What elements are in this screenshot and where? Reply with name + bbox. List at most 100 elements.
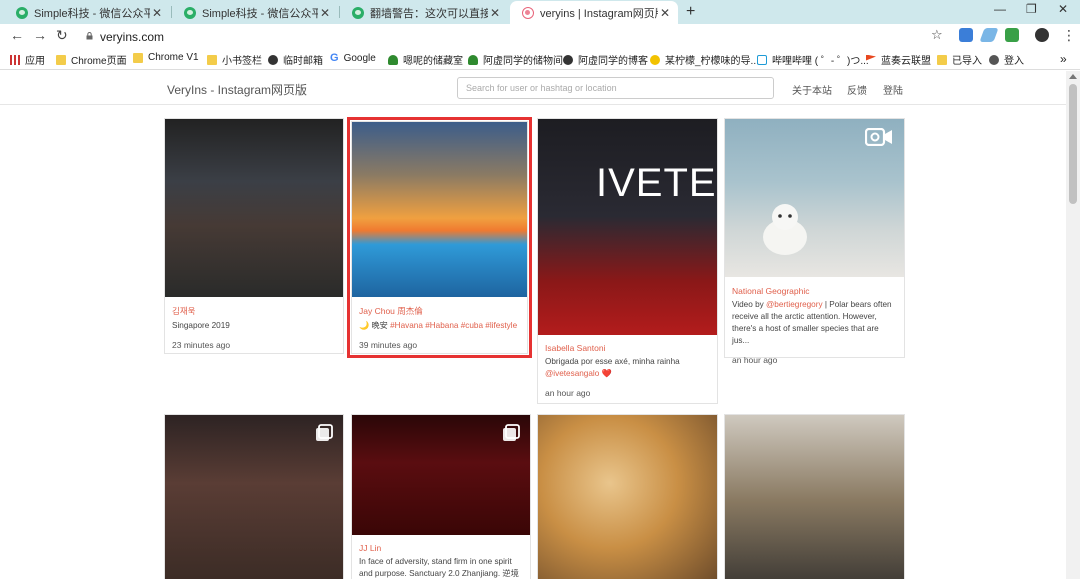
- extension-icon[interactable]: [959, 28, 973, 42]
- post-username[interactable]: National Geographic: [732, 286, 897, 296]
- hashtag-link[interactable]: #Habana: [425, 321, 458, 330]
- video-icon: [865, 128, 892, 146]
- browser-toolbar: ← → ↻ veryins.com ☆ ⋮: [0, 24, 1080, 48]
- veryins-icon: [522, 6, 534, 19]
- tree-icon: [388, 54, 398, 65]
- bookmark-item[interactable]: 应用: [10, 52, 45, 67]
- bookmark-item[interactable]: 登入: [989, 52, 1024, 67]
- extension-icon[interactable]: [1005, 28, 1019, 42]
- bookmark-item[interactable]: 阿虚同学的博客: [563, 52, 648, 67]
- bookmark-label: 某柠檬_柠檬味的导...: [665, 56, 759, 67]
- close-icon[interactable]: ✕: [150, 6, 164, 20]
- bookmark-item[interactable]: 某柠檬_柠檬味的导...: [650, 52, 759, 67]
- scrollbar-thumb[interactable]: [1069, 84, 1077, 204]
- nav-feedback-link[interactable]: 反馈: [847, 82, 867, 97]
- wechat-icon: [184, 6, 196, 19]
- new-tab-button[interactable]: +: [686, 3, 695, 21]
- close-icon[interactable]: ✕: [318, 6, 332, 20]
- bilibili-icon: [757, 54, 767, 65]
- post-username[interactable]: 김재욱: [172, 305, 336, 317]
- nav-about-link[interactable]: 关于本站: [792, 82, 832, 97]
- menu-icon[interactable]: ⋮: [1062, 27, 1076, 44]
- globe-icon: [268, 54, 278, 65]
- bookmark-item[interactable]: 嗯呢的储藏室: [388, 52, 463, 67]
- bookmark-label: 蓝奏云联盟: [881, 56, 931, 67]
- bookmark-item[interactable]: 阿虚同学的储物间: [468, 52, 563, 67]
- window-close-button[interactable]: ✕: [1058, 2, 1068, 16]
- back-icon[interactable]: ←: [10, 27, 24, 43]
- hashtag-link[interactable]: #cuba: [461, 321, 483, 330]
- bookmark-item[interactable]: 已导入: [937, 52, 982, 67]
- post-image[interactable]: [165, 415, 343, 579]
- post-card[interactable]: [724, 414, 905, 579]
- bookmark-item[interactable]: Chrome页面: [56, 52, 127, 67]
- nav-login-link[interactable]: 登陆: [883, 82, 903, 97]
- hashtag-link[interactable]: #lifestyle: [485, 321, 517, 330]
- post-caption: Obrigada por esse axé, minha rainha @ivet…: [545, 356, 710, 380]
- bookmark-label: 应用: [25, 56, 45, 67]
- browser-tab-active[interactable]: veryins | Instagram网页版发现 ✕: [510, 1, 678, 24]
- post-caption: 🌙 晚安 #Havana #Habana #cuba #lifestyle: [359, 320, 520, 332]
- close-icon[interactable]: ✕: [488, 6, 502, 20]
- bookmark-label: 阿虚同学的储物间: [483, 56, 563, 67]
- extension-icon[interactable]: [979, 28, 999, 42]
- post-caption: Singapore 2019: [172, 321, 230, 330]
- browser-tab[interactable]: Simple科技 - 微信公众平台 ✕: [172, 1, 338, 24]
- mention-link[interactable]: @bertiegregory: [766, 300, 823, 309]
- profile-icon[interactable]: [1035, 28, 1049, 42]
- bookmarks-overflow-button[interactable]: »: [1060, 52, 1067, 66]
- post-image[interactable]: [538, 415, 717, 579]
- post-image[interactable]: [725, 119, 904, 277]
- bookmark-label: 临时邮箱: [283, 56, 323, 67]
- wechat-icon: [352, 6, 364, 19]
- post-image[interactable]: [352, 122, 527, 297]
- owl-shape: [763, 204, 807, 255]
- post-card-highlighted[interactable]: Jay Chou 周杰倫 🌙 晚安 #Havana #Habana #cuba …: [347, 117, 532, 358]
- post-image[interactable]: [352, 415, 530, 535]
- tree-icon: [468, 54, 478, 65]
- address-bar[interactable]: veryins.com: [100, 30, 164, 44]
- browser-tab[interactable]: 翻墙警告：这次可以直接访问ins ✕: [340, 1, 508, 24]
- minimize-button[interactable]: —: [994, 2, 1006, 16]
- post-image[interactable]: [165, 119, 343, 297]
- caption-text: 🌙 晚安: [359, 321, 391, 330]
- post-username[interactable]: Jay Chou 周杰倫: [359, 305, 520, 317]
- bookmark-label: 哔哩哔哩 ( ゜- ゜)つ...: [772, 56, 869, 67]
- post-card[interactable]: [537, 414, 718, 579]
- scroll-up-icon[interactable]: [1069, 74, 1077, 79]
- post-image-text: IVETE: [596, 161, 717, 205]
- post-image[interactable]: [725, 415, 904, 579]
- reload-icon[interactable]: ↻: [56, 27, 68, 44]
- restore-button[interactable]: ❐: [1026, 2, 1037, 16]
- forward-icon[interactable]: →: [33, 27, 47, 43]
- browser-tab[interactable]: Simple科技 - 微信公众平台 ✕: [4, 1, 170, 24]
- tab-title: Simple科技 - 微信公众平台: [202, 7, 318, 20]
- avatar-icon: [989, 54, 999, 65]
- site-header: VeryIns - Instagram网页版 关于本站 反馈 登陆: [0, 71, 1066, 105]
- post-card[interactable]: JJ Lin In face of adversity, stand firm …: [351, 414, 531, 579]
- bookmark-item[interactable]: 小书签栏: [207, 52, 262, 67]
- site-brand[interactable]: VeryIns - Instagram网页版: [167, 81, 307, 98]
- search-input[interactable]: [457, 77, 774, 99]
- tab-title: veryins | Instagram网页版发现: [540, 7, 658, 20]
- lock-icon[interactable]: [86, 32, 93, 40]
- hashtag-link[interactable]: #Havana: [390, 321, 423, 330]
- browser-tabbar: Simple科技 - 微信公众平台 ✕ Simple科技 - 微信公众平台 ✕ …: [0, 0, 1080, 24]
- heart-icon: ❤️: [599, 369, 612, 378]
- post-card[interactable]: [164, 414, 344, 579]
- post-card[interactable]: National Geographic Video by @bertiegreg…: [724, 118, 905, 365]
- post-username[interactable]: JJ Lin: [359, 543, 523, 553]
- close-icon[interactable]: ✕: [658, 6, 672, 20]
- bookmark-item[interactable]: Chrome V1: [133, 52, 199, 63]
- bookmark-item[interactable]: G Google: [330, 52, 376, 64]
- mention-link[interactable]: @ivetesangalo: [545, 369, 599, 378]
- bookmark-item[interactable]: 临时邮箱: [268, 52, 323, 67]
- post-card[interactable]: 김재욱 Singapore 2019 23 minutes ago: [164, 118, 344, 354]
- post-card[interactable]: IVETE Isabella Santoni Obrigada por esse…: [537, 118, 718, 404]
- post-image[interactable]: IVETE: [538, 119, 717, 335]
- bookmark-star-icon[interactable]: ☆: [931, 27, 943, 43]
- bookmark-item[interactable]: 哔哩哔哩 ( ゜- ゜)つ...: [757, 52, 869, 67]
- post-username[interactable]: Isabella Santoni: [545, 343, 710, 353]
- bookmark-item[interactable]: 蓝奏云联盟: [866, 52, 931, 67]
- lemon-icon: [650, 54, 660, 65]
